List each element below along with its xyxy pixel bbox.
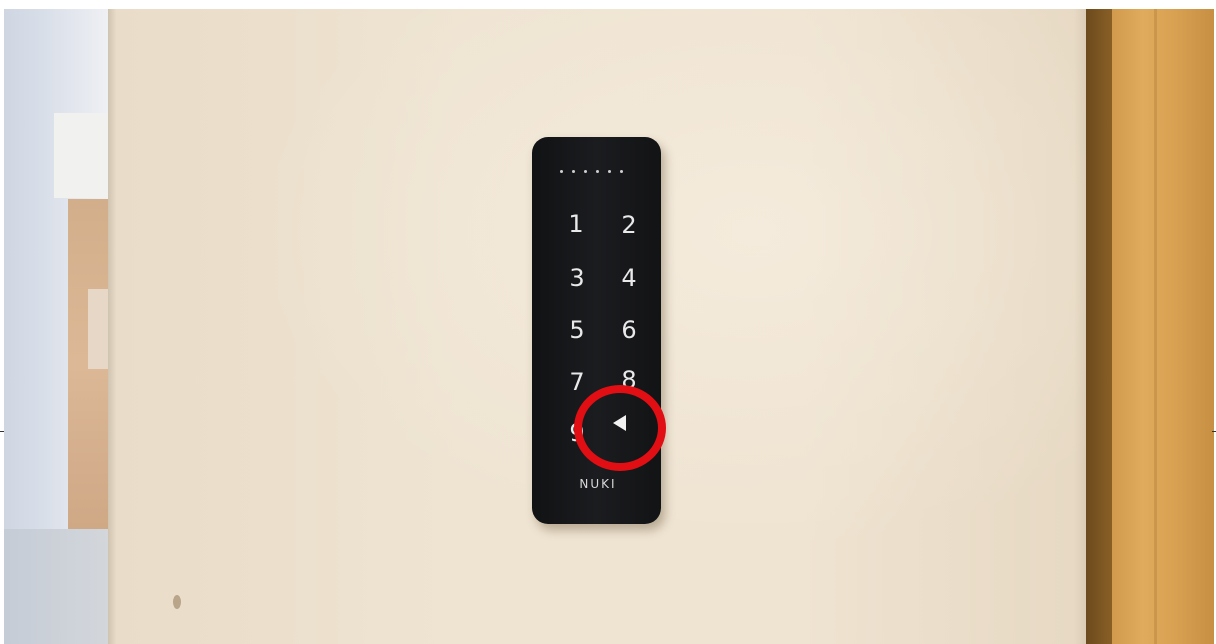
indicator-dot bbox=[608, 170, 611, 173]
key-4[interactable]: 4 bbox=[617, 266, 641, 290]
wall-hole bbox=[173, 595, 181, 609]
photo-scene: 1 2 3 4 5 6 7 8 9 NUKI bbox=[0, 0, 1216, 644]
indicator-dot bbox=[596, 170, 599, 173]
window-frame bbox=[54, 113, 108, 198]
door-gap bbox=[1086, 9, 1112, 644]
indicator-dot bbox=[620, 170, 623, 173]
indicator-dot bbox=[560, 170, 563, 173]
brand-label: NUKI bbox=[579, 477, 617, 491]
indicator-dot bbox=[572, 170, 575, 173]
wooden-door-frame bbox=[1112, 9, 1214, 644]
key-6[interactable]: 6 bbox=[617, 318, 641, 342]
edge-marker bbox=[1212, 431, 1216, 432]
key-7[interactable]: 7 bbox=[565, 370, 589, 394]
window-reflection bbox=[88, 289, 108, 369]
key-5[interactable]: 5 bbox=[565, 318, 589, 342]
indicator-dots bbox=[560, 170, 623, 173]
key-3[interactable]: 3 bbox=[565, 266, 589, 290]
wall-edge bbox=[108, 9, 116, 644]
window-lower-area bbox=[4, 529, 108, 644]
key-2[interactable]: 2 bbox=[617, 213, 641, 237]
key-1[interactable]: 1 bbox=[564, 212, 588, 236]
edge-marker bbox=[0, 431, 4, 432]
indicator-dot bbox=[584, 170, 587, 173]
wood-grain bbox=[1154, 9, 1157, 644]
highlight-circle bbox=[574, 385, 666, 471]
